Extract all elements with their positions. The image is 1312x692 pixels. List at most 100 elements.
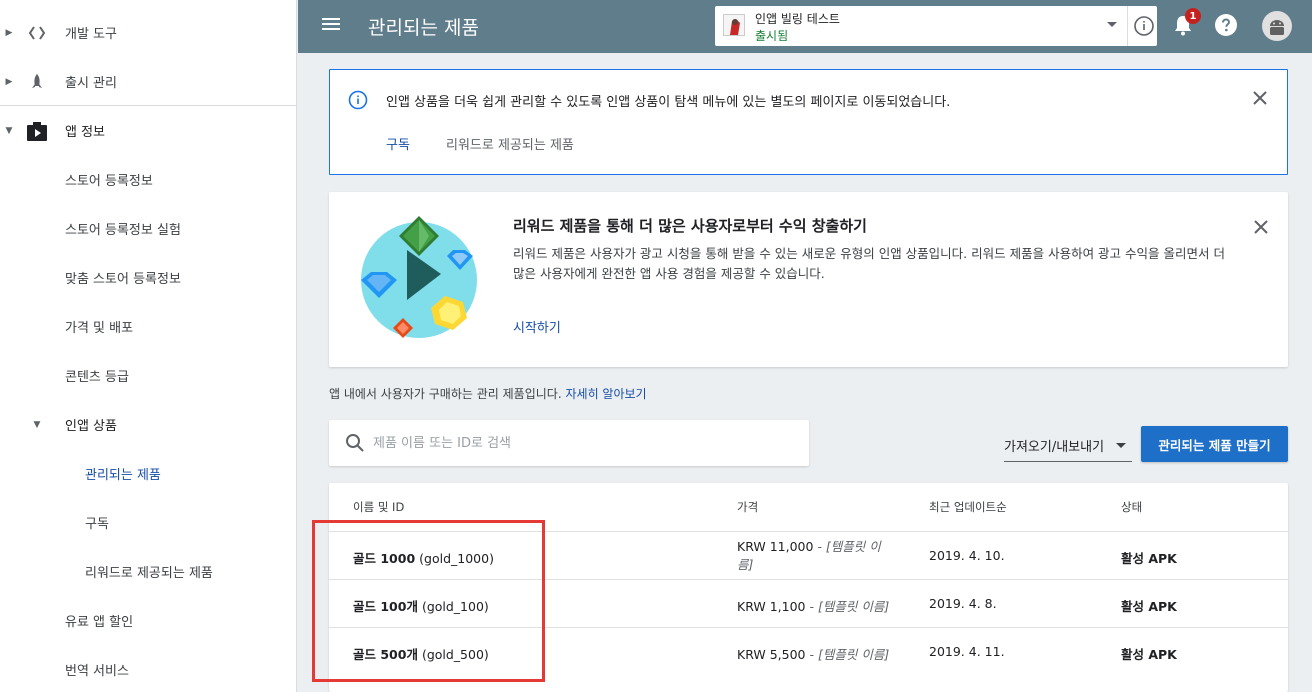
price-value: KRW 5,500 (737, 647, 806, 662)
sidebar-item-release-management[interactable]: ▶ 출시 관리 (0, 57, 296, 106)
table-row[interactable]: 골드 100개 (gold_100) KRW 1,100 - [템플릿 이름] … (329, 579, 1288, 627)
expand-down-icon: ▼ (33, 419, 41, 430)
column-header-name[interactable]: 이름 및 ID (353, 499, 404, 515)
chevron-down-icon (1116, 443, 1126, 448)
sidebar-item-label: 개발 도구 (65, 27, 117, 42)
sidebar-item-paid-app-discount[interactable]: 유료 앱 할인 (0, 596, 296, 645)
expand-down-icon: ▼ (5, 125, 13, 136)
page-description: 앱 내에서 사용자가 구매하는 관리 제품입니다. 자세히 알아보기 (329, 385, 647, 402)
hamburger-menu-icon[interactable] (320, 15, 342, 37)
sidebar-item-store-listing[interactable]: 스토어 등록정보 (0, 155, 296, 204)
table-row[interactable]: 골드 1000 (gold_1000) KRW 11,000 - [템플릿 이름… (329, 531, 1288, 579)
updated-cell: 2019. 4. 11. (929, 644, 1005, 659)
create-managed-product-button[interactable]: 관리되는 제품 만들기 (1141, 426, 1288, 462)
page-description-text: 앱 내에서 사용자가 구매하는 관리 제품입니다. (329, 387, 562, 401)
sidebar-item-label: 앱 정보 (65, 125, 106, 140)
sidebar-item-label: 리워드로 제공되는 제품 (85, 566, 213, 581)
status-cell: 활성 APK (1121, 647, 1177, 662)
top-app-bar: 관리되는 제품 인앱 빌링 테스트 출시됨 1 (298, 0, 1312, 53)
sidebar-item-in-app-products[interactable]: ▼ 인앱 상품 (0, 400, 296, 449)
info-banner-text: 인앱 상품을 더욱 쉽게 관리할 수 있도록 인앱 상품이 탐색 메뉴에 있는 … (386, 95, 951, 110)
sidebar-item-label: 번역 서비스 (65, 664, 129, 679)
close-icon[interactable] (1250, 88, 1270, 108)
updated-cell: 2019. 4. 10. (929, 548, 1005, 563)
price-template: - [템플릿 이름] (809, 599, 890, 614)
product-id: (gold_500) (421, 647, 489, 662)
sidebar-item-label: 스토어 등록정보 (65, 174, 153, 189)
rewarded-products-promo-card: 리워드 제품을 통해 더 많은 사용자로부터 수익 창출하기 리워드 제품은 사… (329, 192, 1288, 367)
link-rewarded-products[interactable]: 리워드로 제공되는 제품 (446, 134, 574, 153)
app-selector[interactable]: 인앱 빌링 테스트 출시됨 (715, 6, 1157, 46)
column-header-status[interactable]: 상태 (1121, 499, 1142, 515)
price-cell: KRW 5,500 - [템플릿 이름] (737, 644, 889, 663)
search-box (329, 420, 809, 466)
app-thumbnail (723, 14, 745, 36)
sidebar-item-label: 맞춤 스토어 등록정보 (65, 272, 181, 287)
expand-right-icon: ▶ (5, 27, 13, 38)
info-icon (348, 90, 368, 110)
status-cell: 활성 APK (1121, 551, 1177, 566)
sidebar-item-label: 유료 앱 할인 (65, 615, 134, 630)
sidebar-item-store-listing-experiments[interactable]: 스토어 등록정보 실험 (0, 204, 296, 253)
import-export-dropdown[interactable]: 가져오기/내보내기 (1004, 426, 1132, 462)
status-cell: 활성 APK (1121, 599, 1177, 614)
expand-right-icon: ▶ (5, 76, 13, 87)
sidebar-item-managed-products[interactable]: 관리되는 제품 (0, 449, 296, 498)
close-icon[interactable] (1251, 217, 1271, 237)
sidebar-item-label: 출시 관리 (65, 76, 117, 91)
info-banner: 인앱 상품을 더욱 쉽게 관리할 수 있도록 인앱 상품이 탐색 메뉴에 있는 … (329, 69, 1288, 175)
import-export-label: 가져오기/내보내기 (1004, 440, 1105, 455)
column-header-price[interactable]: 가격 (737, 499, 758, 515)
page-title: 관리되는 제품 (368, 17, 479, 39)
product-name: 골드 500개 (353, 647, 418, 662)
sidebar-item-app-info[interactable]: ▼ 앱 정보 (0, 106, 296, 155)
price-cell: KRW 11,000 - [템플릿 이름] (737, 538, 885, 574)
sidebar-item-dev-tools[interactable]: ▶ 개발 도구 (0, 8, 296, 57)
info-icon (1134, 16, 1154, 36)
price-value: KRW 1,100 (737, 599, 806, 614)
chevron-down-icon (1107, 22, 1117, 27)
help-button[interactable] (1214, 13, 1240, 39)
sidebar-item-label: 가격 및 배포 (65, 321, 134, 336)
code-icon (26, 22, 48, 44)
updated-cell: 2019. 4. 8. (929, 596, 997, 611)
app-name: 인앱 빌링 테스트 (755, 12, 840, 26)
promo-title: 리워드 제품을 통해 더 많은 사용자로부터 수익 창출하기 (513, 217, 867, 235)
sidebar-item-label: 구독 (85, 517, 109, 532)
app-status: 출시됨 (755, 29, 789, 43)
notifications-button[interactable]: 1 (1172, 8, 1201, 39)
link-subscriptions[interactable]: 구독 (386, 134, 410, 153)
sidebar-item-label: 인앱 상품 (65, 419, 117, 434)
table-row[interactable]: 골드 500개 (gold_500) KRW 5,500 - [템플릿 이름] … (329, 627, 1288, 675)
get-started-link[interactable]: 시작하기 (513, 317, 561, 336)
sidebar-item-translation-service[interactable]: 번역 서비스 (0, 645, 296, 692)
sidebar-item-subscriptions[interactable]: 구독 (0, 498, 296, 547)
sidebar-item-rewarded-products[interactable]: 리워드로 제공되는 제품 (0, 547, 296, 596)
search-input[interactable] (373, 433, 793, 453)
product-id: (gold_100) (421, 599, 489, 614)
sidebar-item-custom-store-listing[interactable]: 맞춤 스토어 등록정보 (0, 253, 296, 302)
learn-more-link[interactable]: 자세히 알아보기 (565, 387, 646, 401)
notification-badge: 1 (1185, 8, 1201, 24)
sidebar-item-label: 관리되는 제품 (85, 468, 161, 483)
help-icon (1215, 14, 1237, 36)
product-name: 골드 1000 (353, 551, 416, 566)
price-value: KRW 11,000 (737, 539, 814, 554)
column-header-updated[interactable]: 최근 업데이트순 (929, 499, 1007, 515)
product-name-cell: 골드 100개 (gold_100) (353, 596, 489, 615)
product-name: 골드 100개 (353, 599, 418, 614)
search-icon (346, 434, 364, 452)
product-name-cell: 골드 500개 (gold_500) (353, 644, 489, 663)
product-name-cell: 골드 1000 (gold_1000) (353, 548, 494, 567)
account-avatar[interactable] (1262, 11, 1292, 41)
rocket-icon (26, 71, 48, 93)
price-cell: KRW 1,100 - [템플릿 이름] (737, 596, 889, 615)
sidebar-item-label: 콘텐츠 등급 (65, 370, 129, 385)
sidebar-item-content-rating[interactable]: 콘텐츠 등급 (0, 351, 296, 400)
product-id: (gold_1000) (419, 551, 494, 566)
promo-description: 리워드 제품은 사용자가 광고 시청을 통해 받을 수 있는 새로운 유형의 인… (513, 246, 1225, 281)
app-info-button[interactable] (1127, 6, 1157, 46)
products-table: 이름 및 ID 가격 최근 업데이트순 상태 골드 1000 (gold_100… (329, 483, 1288, 692)
sidebar-item-pricing-distribution[interactable]: 가격 및 배포 (0, 302, 296, 351)
gems-illustration (361, 216, 477, 338)
